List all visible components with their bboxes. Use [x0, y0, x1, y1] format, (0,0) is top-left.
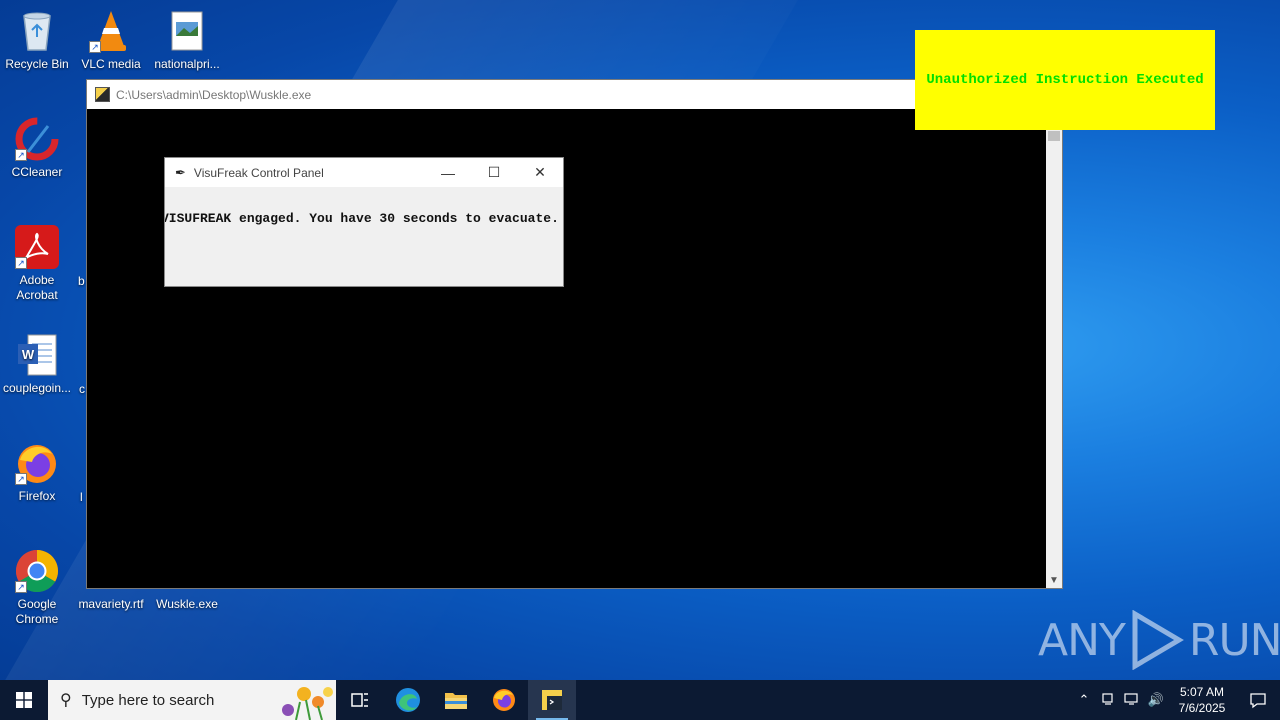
volume-icon[interactable]: 🔊	[1144, 692, 1168, 708]
action-center-button[interactable]	[1236, 680, 1280, 720]
popup-message: VISUFREAK engaged. You have 30 seconds t…	[164, 211, 559, 226]
shortcut-arrow-icon: ↗	[15, 257, 27, 269]
windows-logo-icon	[16, 692, 32, 708]
console-app-icon	[542, 690, 562, 710]
desktop-icon-nationalpri[interactable]: nationalpri...	[150, 8, 224, 72]
desktop-icon-label: Firefox	[18, 489, 56, 503]
shortcut-arrow-icon: ↗	[15, 149, 27, 161]
clock-time: 5:07 AM	[1179, 685, 1225, 699]
desktop-icon-wuskle[interactable]: Wuskle.exe	[150, 597, 224, 612]
taskbar-clock[interactable]: 5:07 AM 7/6/2025	[1174, 684, 1230, 716]
scroll-down-arrow-icon[interactable]: ▼	[1049, 576, 1059, 586]
search-highlight-flowers-icon	[282, 687, 333, 720]
scrollbar-thumb[interactable]	[1048, 131, 1060, 141]
watermark-right: RUN	[1188, 614, 1280, 666]
edge-icon	[396, 688, 420, 712]
desktop-icon-label: mavariety.rtf	[78, 597, 144, 611]
folder-icon	[445, 693, 467, 709]
console-title: C:\Users\admin\Desktop\Wuskle.exe	[116, 87, 312, 102]
shortcut-arrow-icon: ↗	[89, 41, 101, 53]
taskbar: ⚲ Type here to search ⌃ 🔊 5:07 AM 7/6/20…	[0, 680, 1280, 720]
popup-titlebar[interactable]: ✒ VisuFreak Control Panel — ☐ ✕	[165, 158, 563, 187]
system-tray: ⌃ 🔊 5:07 AM 7/6/2025	[1072, 680, 1280, 720]
shortcut-arrow-icon: ↗	[15, 581, 27, 593]
display-icon-glyph	[1124, 692, 1138, 705]
clock-date: 7/6/2025	[1178, 701, 1226, 715]
desktop-icon-label-partial: l	[80, 490, 83, 504]
taskbar-firefox[interactable]	[480, 680, 528, 720]
adobe-acrobat-icon: ↗	[14, 224, 60, 270]
image-file-icon	[164, 8, 210, 54]
network-icon-glyph	[1102, 692, 1113, 705]
desktop-icon-label: Adobe Acrobat	[16, 273, 58, 302]
desktop-icon-mavariety[interactable]: mavariety.rtf	[74, 597, 148, 612]
show-hidden-icons-chevron-icon[interactable]: ⌃	[1072, 692, 1096, 708]
console-scrollbar[interactable]: ▼	[1046, 109, 1062, 588]
taskbar-search-box[interactable]: ⚲ Type here to search	[48, 680, 336, 720]
desktop-icon-ccleaner[interactable]: ↗ CCleaner	[0, 116, 74, 180]
shortcut-arrow-icon: ↗	[15, 473, 27, 485]
svg-text:W: W	[22, 347, 35, 362]
desktop-icon-adobe-acrobat[interactable]: ↗ Adobe Acrobat	[0, 224, 74, 303]
play-logo-icon	[1132, 610, 1184, 670]
recycle-bin-icon	[14, 8, 60, 54]
feather-icon: ✒	[175, 164, 186, 180]
task-view-button[interactable]	[336, 680, 384, 720]
maximize-button[interactable]: ☐	[471, 158, 517, 187]
task-view-icon	[351, 693, 368, 707]
console-window[interactable]: C:\Users\admin\Desktop\Wuskle.exe ▼	[86, 79, 1063, 589]
word-document-icon: W	[14, 332, 60, 378]
firefox-icon: ↗	[14, 440, 60, 486]
ccleaner-icon: ↗	[14, 116, 60, 162]
desktop-icon-label: Wuskle.exe	[156, 597, 218, 611]
minimize-button[interactable]: —	[425, 158, 471, 187]
desktop-icon-label-partial: b	[78, 274, 85, 288]
desktop-icon-label: Google Chrome	[15, 597, 59, 626]
chrome-icon: ↗	[14, 548, 60, 594]
desktop-icon-vlc[interactable]: ↗ VLC media	[74, 8, 148, 72]
visufreak-control-panel-window[interactable]: ✒ VisuFreak Control Panel — ☐ ✕ VISUFREA…	[164, 157, 564, 287]
alert-banner: Unauthorized Instruction Executed	[915, 30, 1215, 130]
close-button[interactable]: ✕	[517, 158, 563, 187]
popup-title: VisuFreak Control Panel	[193, 165, 324, 180]
network-icon[interactable]	[1096, 692, 1120, 709]
taskbar-wuskle-console[interactable]	[528, 680, 576, 720]
monitor-icon[interactable]	[1120, 692, 1144, 709]
anyrun-watermark: ANY RUN	[1038, 610, 1280, 670]
desktop-icon-label: nationalpri...	[154, 57, 220, 71]
desktop-icon-label: VLC media	[81, 57, 141, 71]
notification-icon	[1250, 693, 1266, 709]
desktop-icon-google-chrome[interactable]: ↗ Google Chrome	[0, 548, 74, 627]
taskbar-file-explorer[interactable]	[432, 680, 480, 720]
watermark-left: ANY	[1038, 614, 1126, 666]
alert-banner-text: Unauthorized Instruction Executed	[926, 72, 1204, 88]
firefox-icon	[493, 689, 515, 711]
vlc-cone-icon: ↗	[88, 8, 134, 54]
taskbar-edge[interactable]	[384, 680, 432, 720]
search-placeholder: Type here to search	[81, 691, 215, 709]
desktop-icon-label: Recycle Bin	[5, 57, 69, 71]
desktop-icon-label: couplegoin...	[2, 381, 72, 395]
desktop-icon-label-partial: c	[79, 382, 85, 396]
search-icon: ⚲	[60, 692, 72, 709]
desktop-icon-recycle-bin[interactable]: Recycle Bin	[0, 8, 74, 72]
start-button[interactable]	[0, 680, 48, 720]
desktop-icon-couplegoin[interactable]: W couplegoin...	[0, 332, 74, 396]
desktop-icon-firefox[interactable]: ↗ Firefox	[0, 440, 74, 504]
console-app-icon	[95, 87, 110, 102]
desktop-icon-label: CCleaner	[11, 165, 63, 179]
